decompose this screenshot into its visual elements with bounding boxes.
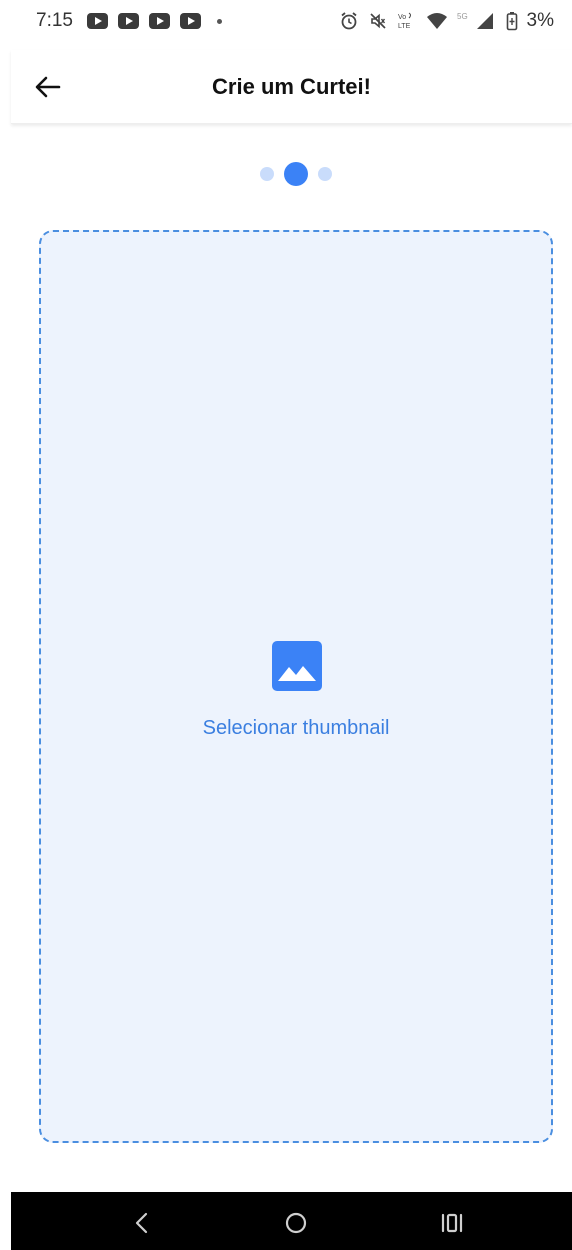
youtube-icon — [86, 13, 108, 29]
more-notifications-icon — [216, 18, 222, 24]
youtube-icon — [117, 13, 139, 29]
wifi-icon — [426, 13, 447, 29]
page-title: Crie um Curtei! — [212, 74, 371, 99]
status-bar: 7:15 Vo LTE 5G 3% — [0, 0, 572, 42]
nav-recents-icon[interactable] — [439, 1210, 465, 1236]
mute-icon — [369, 13, 386, 29]
youtube-icon — [179, 13, 201, 29]
nav-home-icon[interactable] — [283, 1210, 309, 1236]
youtube-icon — [148, 13, 170, 29]
status-time: 7:15 — [36, 10, 73, 31]
select-thumbnail-label: Selecionar thumbnail — [202, 717, 390, 739]
battery-level: 3% — [526, 10, 554, 31]
cellular-signal-icon: 5G — [457, 12, 493, 29]
step-dot-3 — [318, 167, 332, 181]
screen: 7:15 Vo LTE 5G 3% Crie um Curtei! Seleci… — [0, 0, 572, 1250]
volte-icon: Vo LTE — [398, 12, 411, 30]
status-right: Vo LTE 5G 3% — [339, 10, 554, 32]
image-icon — [272, 641, 322, 691]
step-indicator — [0, 160, 572, 188]
system-navigation-bar — [11, 1192, 572, 1250]
app-bar: Crie um Curtei! — [11, 50, 572, 124]
select-thumbnail-dropzone[interactable]: Selecionar thumbnail — [39, 230, 553, 1143]
battery-icon — [506, 12, 517, 31]
alarm-icon — [340, 12, 357, 30]
network-label: 5G — [457, 12, 468, 21]
step-dot-1 — [260, 167, 274, 181]
step-dot-2-active — [284, 162, 308, 186]
status-left: 7:15 — [36, 10, 222, 32]
svg-text:LTE: LTE — [398, 23, 411, 30]
nav-back-icon[interactable] — [129, 1210, 155, 1236]
svg-text:Vo: Vo — [398, 14, 406, 21]
